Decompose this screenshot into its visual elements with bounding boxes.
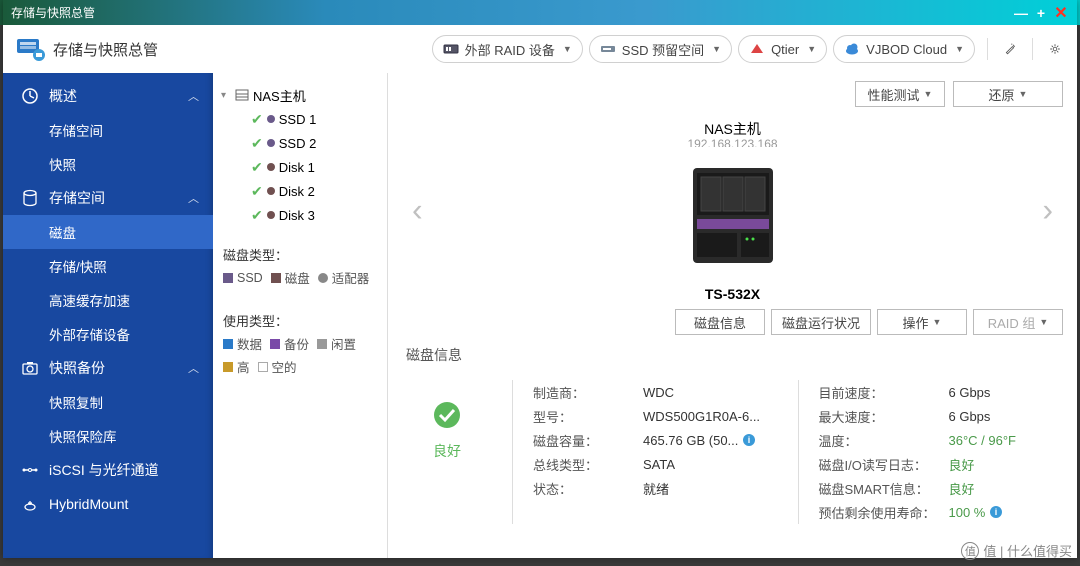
chevron-up-icon: ︿ xyxy=(188,88,199,104)
sidebar-item[interactable]: 存储/快照 xyxy=(3,249,213,283)
maximize-button[interactable]: + xyxy=(1033,5,1049,21)
info-section-title: 磁盘信息 xyxy=(406,345,1067,365)
close-button[interactable]: ✕ xyxy=(1053,5,1069,21)
sidebar-item[interactable]: iSCSI 与光纤通道 xyxy=(3,453,213,487)
snapshot-icon xyxy=(21,359,39,377)
sidebar-item[interactable]: 快照 xyxy=(3,147,213,181)
info-row: 最大速度：6 Gbps xyxy=(819,404,1064,428)
qtier-icon xyxy=(749,41,765,57)
operate-button[interactable]: 操作▼ xyxy=(877,309,967,335)
sidebar-item[interactable]: 高速缓存加速 xyxy=(3,283,213,317)
info-row: 制造商：WDC xyxy=(533,380,778,404)
sidebar-item[interactable]: HybridMount xyxy=(3,487,213,521)
info-row: 总线类型：SATA xyxy=(533,452,778,476)
sidebar-item[interactable]: 磁盘 xyxy=(3,215,213,249)
disk-type-dot xyxy=(267,139,275,147)
check-ok-icon: ✔ xyxy=(251,183,263,200)
chevron-up-icon: ︿ xyxy=(188,360,199,376)
minimize-button[interactable]: — xyxy=(1013,5,1029,21)
restore-button[interactable]: 还原▼ xyxy=(953,81,1063,107)
watermark: 值值 | 什么值得买 xyxy=(961,541,1072,560)
sidebar-item[interactable]: 概述︿ xyxy=(3,79,213,113)
nas-device-image xyxy=(673,153,793,273)
info-row: 目前速度：6 Gbps xyxy=(819,380,1064,404)
info-row: 磁盘容量：465.76 GB (50...i xyxy=(533,428,778,452)
disk-type-dot xyxy=(267,187,275,195)
info-icon[interactable]: i xyxy=(742,433,756,447)
app-icon xyxy=(15,35,47,63)
cloud-icon xyxy=(844,41,860,57)
tree-disk-item[interactable]: ✔SSD 2 xyxy=(219,131,381,155)
svg-text:i: i xyxy=(995,507,998,517)
sidebar-item[interactable]: 快照复制 xyxy=(3,385,213,419)
hybrid-icon xyxy=(21,495,39,513)
check-ok-icon: ✔ xyxy=(251,135,263,152)
info-row: 型号：WDS500G1R0A-6... xyxy=(533,404,778,428)
device-carousel: ‹ NAS主机 192.168.123.168 xyxy=(402,115,1063,305)
storage-icon xyxy=(21,189,39,207)
sidebar: 概述︿存储空间快照存储空间︿磁盘存储/快照高速缓存加速外部存储设备快照备份︿快照… xyxy=(3,73,213,558)
iscsi-icon xyxy=(21,461,39,479)
sidebar-item[interactable]: 存储空间 xyxy=(3,113,213,147)
sidebar-item[interactable]: 外部存储设备 xyxy=(3,317,213,351)
check-ok-icon: ✔ xyxy=(251,111,263,128)
toolbar-pill-cloud[interactable]: VJBOD Cloud▼ xyxy=(833,35,975,63)
tree-root-label: NAS主机 xyxy=(253,86,306,105)
raid-group-button[interactable]: RAID 组▼ xyxy=(973,309,1063,335)
nas-icon xyxy=(235,88,249,102)
device-model: TS-532X xyxy=(673,286,793,302)
info-icon[interactable]: i xyxy=(989,505,1003,519)
info-row: 温度：36°C / 96°F xyxy=(819,428,1064,452)
main-panel: 性能测试▼ 还原▼ ‹ NAS主机 192.168.123.168 xyxy=(388,73,1077,558)
tree-root[interactable]: ▾ NAS主机 xyxy=(219,83,381,107)
toolbar-pill-qtier[interactable]: Qtier▼ xyxy=(738,35,827,63)
next-device-arrow[interactable]: › xyxy=(1032,182,1063,239)
raid-icon xyxy=(443,41,459,57)
disk-status-indicator: 良好 xyxy=(402,400,492,524)
chevron-up-icon: ︿ xyxy=(188,190,199,206)
dashboard-icon xyxy=(21,87,39,105)
disk-info-button[interactable]: 磁盘信息 xyxy=(675,309,765,335)
toolbar-pill-ssd[interactable]: SSD 预留空间▼ xyxy=(589,35,732,63)
check-ok-icon: ✔ xyxy=(251,159,263,176)
sidebar-item[interactable]: 存储空间︿ xyxy=(3,181,213,215)
check-ok-icon xyxy=(432,400,462,430)
info-row: 状态：就绪 xyxy=(533,476,778,500)
tree-disk-item[interactable]: ✔Disk 2 xyxy=(219,179,381,203)
disk-health-button[interactable]: 磁盘运行状况 xyxy=(771,309,871,335)
sidebar-item[interactable]: 快照保险库 xyxy=(3,419,213,453)
disk-type-dot xyxy=(267,163,275,171)
performance-test-button[interactable]: 性能测试▼ xyxy=(855,81,945,107)
window-titlebar: 存储与快照总管 — + ✕ xyxy=(3,0,1077,25)
ssd-icon xyxy=(600,41,616,57)
app-window: 存储与快照总管 — + ✕ 存储与快照总管 外部 RAID 设备▼SSD 预留空… xyxy=(3,0,1077,558)
tree-disk-item[interactable]: ✔Disk 1 xyxy=(219,155,381,179)
toolbar-pill-raid[interactable]: 外部 RAID 设备▼ xyxy=(432,35,583,63)
toolbar: 存储与快照总管 外部 RAID 设备▼SSD 预留空间▼Qtier▼VJBOD … xyxy=(3,25,1077,73)
magic-wand-icon[interactable] xyxy=(1000,39,1020,59)
tree-disk-item[interactable]: ✔Disk 3 xyxy=(219,203,381,227)
device-ip: 192.168.123.168 xyxy=(673,137,793,147)
window-title: 存储与快照总管 xyxy=(11,4,95,21)
device-title: NAS主机 xyxy=(673,119,793,139)
app-title: 存储与快照总管 xyxy=(53,39,158,60)
prev-device-arrow[interactable]: ‹ xyxy=(402,182,433,239)
sidebar-item[interactable]: 快照备份︿ xyxy=(3,351,213,385)
disk-type-dot xyxy=(267,115,275,123)
svg-text:i: i xyxy=(748,435,751,445)
info-row: 预估剩余使用寿命：100 %i xyxy=(819,500,1064,524)
gear-icon[interactable] xyxy=(1045,39,1065,59)
info-row: 磁盘SMART信息：良好 xyxy=(819,476,1064,500)
check-ok-icon: ✔ xyxy=(251,207,263,224)
info-row: 磁盘I/O读写日志：良好 xyxy=(819,452,1064,476)
use-type-legend: 使用类型： 数据 备份 闲置 高 空的 xyxy=(219,305,381,382)
disk-type-dot xyxy=(267,211,275,219)
device-tree-panel: ▾ NAS主机 ✔SSD 1✔SSD 2✔Disk 1✔Disk 2✔Disk … xyxy=(213,73,388,558)
disk-type-legend: 磁盘类型： SSD 磁盘 适配器 xyxy=(219,239,381,293)
tree-disk-item[interactable]: ✔SSD 1 xyxy=(219,107,381,131)
